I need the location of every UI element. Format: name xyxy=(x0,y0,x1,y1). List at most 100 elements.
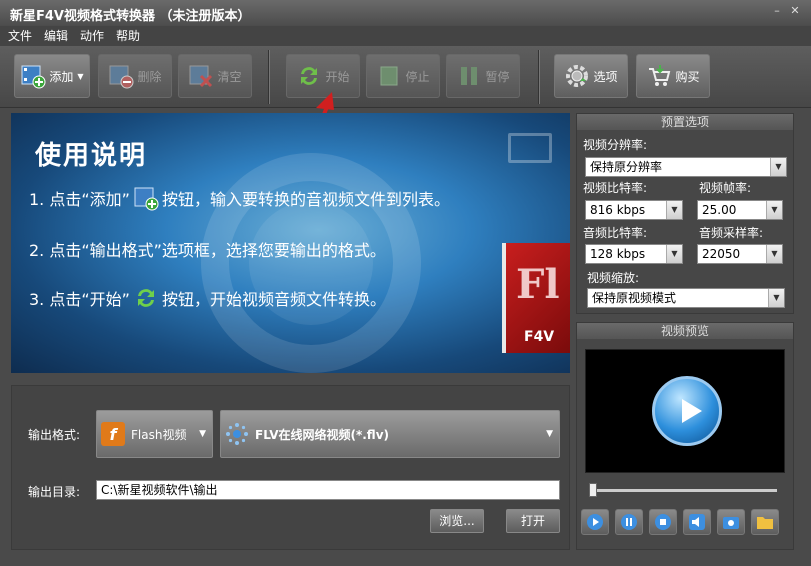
output-dir-field[interactable]: C:\新星视频软件\输出 xyxy=(96,480,560,500)
film-remove-icon xyxy=(108,63,134,89)
stop-button[interactable]: 停止 xyxy=(366,54,440,98)
cart-icon xyxy=(646,63,672,89)
menu-edit[interactable]: 编辑 xyxy=(44,26,68,46)
menu-file[interactable]: 文件 xyxy=(8,26,32,46)
resolution-select[interactable]: 保持原分辨率 ▼ xyxy=(585,157,787,177)
flash-icon: f xyxy=(101,422,125,446)
step3-text-b: 按钮，开始视频音频文件转换。 xyxy=(161,290,386,309)
preview-screen[interactable] xyxy=(585,349,785,473)
step2-text: 2. 点击“输出格式”选项框，选择您要输出的格式。 xyxy=(29,241,386,260)
folder-icon xyxy=(757,517,773,529)
format-select[interactable]: FLV在线网络视频(*.flv) ▼ xyxy=(220,410,560,458)
audio-bitrate-value: 128 kbps xyxy=(590,247,646,261)
presets-header: 预置选项 xyxy=(577,114,793,130)
samplerate-label: 音频采样率: xyxy=(699,226,764,240)
film-add-icon xyxy=(20,63,46,89)
options-button[interactable]: 选项 xyxy=(554,54,628,98)
buy-label: 购买 xyxy=(675,69,700,84)
step1-text-a: 1. 点击“添加” xyxy=(29,190,130,209)
preview-panel: 视频预览 xyxy=(576,322,794,550)
play-icon xyxy=(587,514,603,530)
chevron-down-icon: ▼ xyxy=(199,429,206,439)
menu-bar: 文件 编辑 动作 帮助 xyxy=(0,26,811,46)
scale-select[interactable]: 保持原视频模式 ▼ xyxy=(587,288,785,308)
volume-button[interactable] xyxy=(683,509,711,535)
format-category-select[interactable]: f Flash视频 ▼ xyxy=(96,410,213,458)
film-add-icon xyxy=(133,185,159,211)
chevron-down-icon: ▼ xyxy=(666,201,682,219)
presets-panel: 预置选项 视频分辨率: 保持原分辨率 ▼ 视频比特率: 视频帧率: 816 kb… xyxy=(576,113,794,314)
toolbar-separator xyxy=(268,50,270,104)
gear-icon xyxy=(564,63,590,89)
play-button[interactable] xyxy=(581,509,609,535)
framerate-value: 25.00 xyxy=(702,203,737,217)
close-button[interactable]: ✕ xyxy=(787,4,803,18)
audio-bitrate-select[interactable]: 128 kbps ▼ xyxy=(585,244,683,264)
video-bitrate-value: 816 kbps xyxy=(590,203,646,217)
clear-button[interactable]: 清空 xyxy=(178,54,252,98)
format-category-value: Flash视频 xyxy=(131,427,187,442)
window-title: 新星F4V视频格式转换器 （未注册版本） xyxy=(10,9,251,24)
film-clear-icon xyxy=(188,63,214,89)
delete-button[interactable]: 删除 xyxy=(98,54,172,98)
preview-header: 视频预览 xyxy=(577,323,793,339)
browse-button[interactable]: 浏览... xyxy=(430,509,484,533)
instruction-step-3: 3. 点击“开始” 按钮，开始视频音频文件转换。 xyxy=(29,285,386,311)
chevron-down-icon: ▼ xyxy=(766,201,782,219)
toolbar-separator xyxy=(538,50,540,104)
pause-button[interactable]: 暂停 xyxy=(446,54,520,98)
resolution-label: 视频分辨率: xyxy=(583,138,648,152)
refresh-icon xyxy=(133,285,159,311)
framerate-select[interactable]: 25.00 ▼ xyxy=(697,200,783,220)
samplerate-select[interactable]: 22050 ▼ xyxy=(697,244,783,264)
output-panel: 输出格式: f Flash视频 ▼ FLV在线网络视频(*.flv) ▼ 输出目… xyxy=(11,385,570,550)
step3-text-a: 3. 点击“开始” xyxy=(29,290,130,309)
output-format-label: 输出格式: xyxy=(28,428,81,442)
resolution-value: 保持原分辨率 xyxy=(590,160,663,174)
chevron-down-icon: ▼ xyxy=(546,429,553,439)
stop-preview-button[interactable] xyxy=(649,509,677,535)
stop-icon xyxy=(655,514,671,530)
chevron-down-icon: ▼ xyxy=(770,158,786,176)
flash-logo: Fl F4V xyxy=(502,243,570,353)
menu-action[interactable]: 动作 xyxy=(80,26,104,46)
f4v-logo-text: F4V xyxy=(524,329,555,345)
instructions-title: 使用说明 xyxy=(35,141,148,171)
toolbar: 添加 ▼ 删除 清空 开始 停止 暂停 选项 购买 xyxy=(0,46,811,108)
add-dropdown-icon[interactable]: ▼ xyxy=(77,72,83,81)
add-label: 添加 xyxy=(49,69,74,84)
format-value: FLV在线网络视频(*.flv) xyxy=(255,427,389,442)
add-button[interactable]: 添加 ▼ xyxy=(14,54,90,98)
play-icon[interactable] xyxy=(652,376,722,446)
instruction-step-2: 2. 点击“输出格式”选项框，选择您要输出的格式。 xyxy=(29,237,386,261)
speaker-icon xyxy=(689,514,705,530)
buy-button[interactable]: 购买 xyxy=(636,54,710,98)
video-bitrate-label: 视频比特率: xyxy=(583,181,648,195)
pause-preview-button[interactable] xyxy=(615,509,643,535)
chevron-down-icon: ▼ xyxy=(766,245,782,263)
title-bar: 新星F4V视频格式转换器 （未注册版本） – ✕ xyxy=(0,0,811,26)
video-bitrate-select[interactable]: 816 kbps ▼ xyxy=(585,200,683,220)
minimize-button[interactable]: – xyxy=(769,4,785,18)
menu-help[interactable]: 帮助 xyxy=(116,26,140,46)
clear-label: 清空 xyxy=(217,69,242,84)
seek-slider-thumb[interactable] xyxy=(589,483,597,497)
chevron-down-icon: ▼ xyxy=(768,289,784,307)
step1-text-b: 按钮，输入要转换的音视频文件到列表。 xyxy=(161,190,450,209)
film-strip-icon xyxy=(508,133,552,163)
options-label: 选项 xyxy=(593,69,618,84)
output-dir-label: 输出目录: xyxy=(28,485,81,499)
open-folder-button[interactable] xyxy=(751,509,779,535)
audio-bitrate-label: 音频比特率: xyxy=(583,226,648,240)
pause-icon xyxy=(621,514,637,530)
stop-label: 停止 xyxy=(405,69,430,84)
open-button[interactable]: 打开 xyxy=(506,509,560,533)
framerate-label: 视频帧率: xyxy=(699,181,752,195)
instructions-banner: 使用说明 1. 点击“添加” 按钮，输入要转换的音视频文件到列表。 2. 点击“… xyxy=(11,113,570,373)
seek-slider[interactable] xyxy=(591,489,777,492)
chevron-down-icon: ▼ xyxy=(666,245,682,263)
delete-label: 删除 xyxy=(137,69,162,84)
pause-icon xyxy=(456,63,482,89)
scale-value: 保持原视频模式 xyxy=(592,291,677,305)
snapshot-button[interactable] xyxy=(717,509,745,535)
